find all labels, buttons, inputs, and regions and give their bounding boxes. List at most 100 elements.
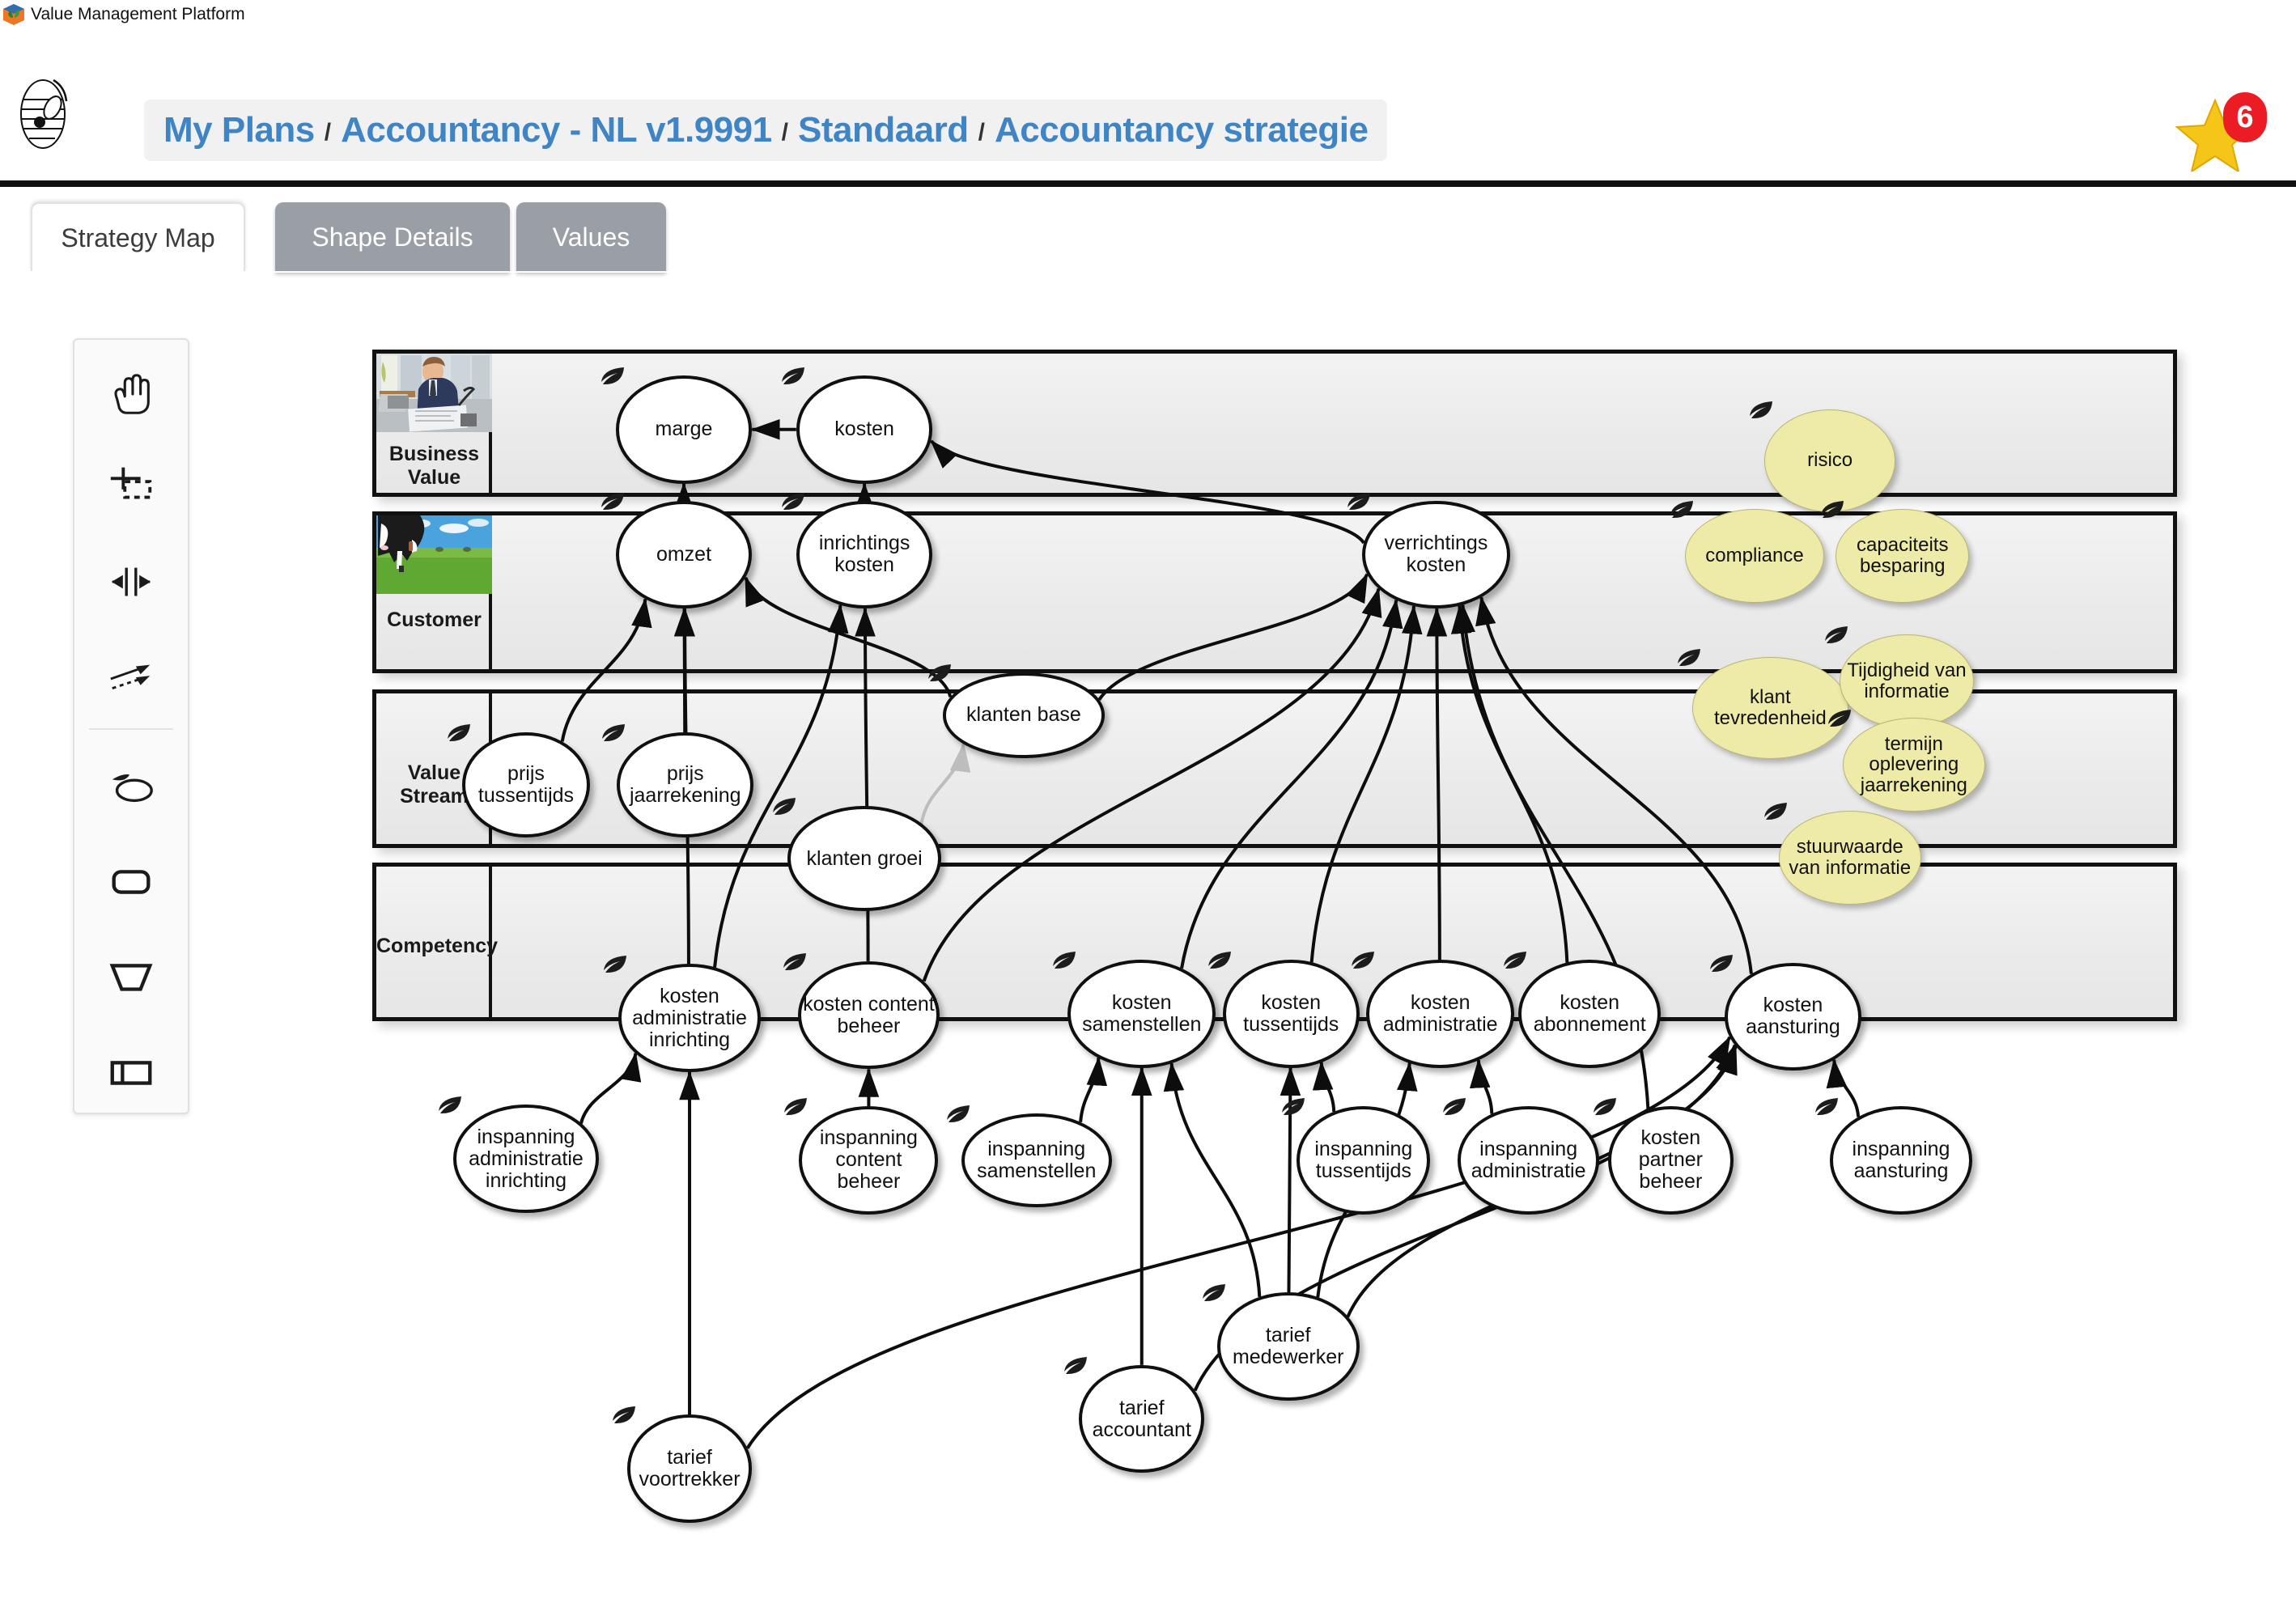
page-header: My Plans / Accountancy - NL v1.9991 / St…: [0, 28, 2296, 187]
node-iadm2[interactable]: inspanning administratie: [1457, 1106, 1600, 1215]
edge-iadm2-to-kadm2[interactable]: [1469, 1058, 1494, 1114]
node-kadmin[interactable]: kosten administratie inrichting: [618, 964, 761, 1072]
node-label: inspanning samenstellen: [977, 1137, 1097, 1182]
node-icontent[interactable]: inspanning content beheer: [799, 1106, 939, 1215]
edge-iadmin-to-kadmin[interactable]: [579, 1052, 642, 1125]
tab-values[interactable]: Values: [516, 202, 666, 272]
edge-ituss-to-ktuss[interactable]: [1312, 1061, 1336, 1113]
node-termijn[interactable]: termijn oplevering jaarrekening: [1842, 718, 1985, 812]
edge-klantengroei-to-klantenbase[interactable]: [919, 742, 971, 825]
node-label: kosten abonnement: [1533, 990, 1646, 1036]
node-kosten[interactable]: kosten: [796, 375, 933, 484]
tab-shape-details[interactable]: Shape Details: [275, 202, 510, 272]
node-label: prijs jaarrekening: [629, 761, 741, 807]
node-label: kosten partner beheer: [1638, 1126, 1703, 1194]
node-stuurwaarde[interactable]: stuurwaarde van informatie: [1778, 810, 1921, 905]
node-label: inspanning administratie: [1471, 1137, 1586, 1182]
node-kpartner[interactable]: kosten partner beheer: [1608, 1106, 1734, 1215]
node-prijstuss[interactable]: prijs tussentijds: [461, 731, 591, 837]
node-marge[interactable]: marge: [615, 375, 753, 484]
node-label: stuurwaarde van informatie: [1789, 835, 1912, 879]
node-label: inspanning content beheer: [819, 1126, 918, 1194]
breadcrumb-separator: /: [978, 119, 985, 146]
node-label: omzet: [656, 542, 712, 566]
node-label: inspanning aansturing: [1852, 1137, 1950, 1182]
node-label: verrichtings kosten: [1384, 532, 1488, 577]
edge-verrkost-to-kosten[interactable]: [930, 439, 1365, 545]
edge-kcontent-to-verrkost[interactable]: [922, 587, 1382, 982]
node-capbesp[interactable]: capaciteits besparing: [1836, 509, 1970, 604]
node-ksamen[interactable]: kosten samenstellen: [1067, 960, 1216, 1068]
node-label: inspanning administratie inrichting: [469, 1125, 584, 1192]
edge-ktuss-to-verrkost[interactable]: [1309, 604, 1423, 963]
edge-tvoortr-to-kaanst[interactable]: [745, 1036, 1732, 1449]
node-label: tarief voortrekker: [639, 1446, 741, 1491]
edge-kadm2-to-verrkost[interactable]: [1426, 607, 1448, 960]
node-taccount[interactable]: tarief accountant: [1079, 1364, 1205, 1473]
node-inrkost[interactable]: inrichtings kosten: [796, 500, 933, 609]
node-iadmin[interactable]: inspanning administratie inrichting: [453, 1105, 599, 1213]
edge-tmedew-to-ksamen[interactable]: [1163, 1062, 1262, 1298]
window-titlebar: Value Management Platform: [0, 0, 2296, 28]
breadcrumb-item-0[interactable]: My Plans: [163, 110, 315, 151]
node-label: Tijdigheid van informatie: [1847, 659, 1967, 702]
edge-iaanst-to-kaanst[interactable]: [1826, 1058, 1861, 1117]
edge-isamen-to-ksamen[interactable]: [1079, 1056, 1108, 1122]
node-verrkost[interactable]: verrichtings kosten: [1362, 500, 1510, 609]
node-label: capaciteits besparing: [1857, 534, 1949, 578]
favourites-count-badge: 6: [2223, 92, 2267, 142]
node-tmedew[interactable]: tarief medewerker: [1216, 1292, 1360, 1401]
edge-kabo-to-verrkost[interactable]: [1450, 604, 1569, 963]
node-tijdigheid[interactable]: Tijdigheid van informatie: [1840, 634, 1974, 728]
node-label: kosten: [834, 418, 894, 441]
favourites-button[interactable]: 6: [2175, 92, 2272, 174]
node-isamen[interactable]: inspanning samenstellen: [961, 1113, 1112, 1207]
edge-tmedew-to-ktuss[interactable]: [1280, 1066, 1301, 1293]
node-kcontent[interactable]: kosten content beheer: [797, 960, 940, 1070]
node-prijsjaar[interactable]: prijs jaarrekening: [617, 731, 754, 837]
node-compliance[interactable]: compliance: [1684, 509, 1825, 604]
node-label: klanten base: [966, 703, 1081, 727]
tab-strategy-map[interactable]: Strategy Map: [31, 202, 245, 272]
node-kabo[interactable]: kosten abonnement: [1518, 960, 1662, 1068]
node-label: kosten aansturing: [1746, 994, 1840, 1039]
bee-icon: [18, 62, 78, 153]
node-label: kosten content beheer: [803, 992, 935, 1037]
node-label: inrichtings kosten: [818, 532, 910, 577]
node-label: inspanning tussentijds: [1314, 1137, 1413, 1182]
node-label: klant tevredenheid: [1713, 686, 1827, 730]
node-klantengroei[interactable]: klanten groei: [787, 806, 941, 912]
app-title: Value Management Platform: [31, 4, 245, 23]
edge-kaanst-to-verrkost[interactable]: [1475, 596, 1753, 974]
edge-klantenbase-to-verrkost[interactable]: [1097, 573, 1369, 701]
node-klanttevr[interactable]: klant tevredenheid: [1691, 656, 1848, 760]
breadcrumb-item-3[interactable]: Accountancy strategie: [995, 110, 1369, 151]
node-tvoortr[interactable]: tarief voortrekker: [626, 1414, 753, 1523]
breadcrumb-separator: /: [324, 119, 332, 146]
node-label: prijs tussentijds: [477, 761, 575, 807]
node-iaanst[interactable]: inspanning aansturing: [1830, 1106, 1972, 1215]
cube-logo-icon: [2, 2, 26, 27]
breadcrumb[interactable]: My Plans / Accountancy - NL v1.9991 / St…: [144, 100, 1388, 161]
edge-prijstuss-to-omzet[interactable]: [560, 597, 652, 742]
node-label: risico: [1807, 449, 1853, 472]
node-ktuss[interactable]: kosten tussentijds: [1222, 960, 1360, 1068]
tab-bar: Strategy Map Shape Details Values: [0, 202, 2296, 272]
node-klantenbase[interactable]: klanten base: [942, 672, 1106, 758]
node-label: marge: [655, 418, 713, 441]
node-label: kosten administratie: [1382, 990, 1498, 1036]
tab-underline: [0, 271, 2296, 273]
node-omzet[interactable]: omzet: [615, 500, 753, 609]
node-ituss[interactable]: inspanning tussentijds: [1297, 1106, 1431, 1215]
node-risico[interactable]: risico: [1764, 409, 1895, 512]
node-kadm2[interactable]: kosten administratie: [1366, 960, 1515, 1068]
breadcrumb-item-2[interactable]: Standaard: [798, 110, 969, 151]
node-kaanst[interactable]: kosten aansturing: [1725, 962, 1861, 1071]
node-label: kosten samenstellen: [1082, 990, 1202, 1036]
node-label: tarief medewerker: [1232, 1324, 1344, 1368]
node-label: kosten administratie inrichting: [632, 984, 747, 1051]
node-label: kosten tussentijds: [1243, 990, 1339, 1036]
strategy-map-canvas[interactable]: Business Value Customer Value Stream Com…: [0, 291, 2296, 1624]
breadcrumb-item-1[interactable]: Accountancy - NL v1.9991: [341, 110, 772, 151]
breadcrumb-separator: /: [781, 119, 788, 146]
